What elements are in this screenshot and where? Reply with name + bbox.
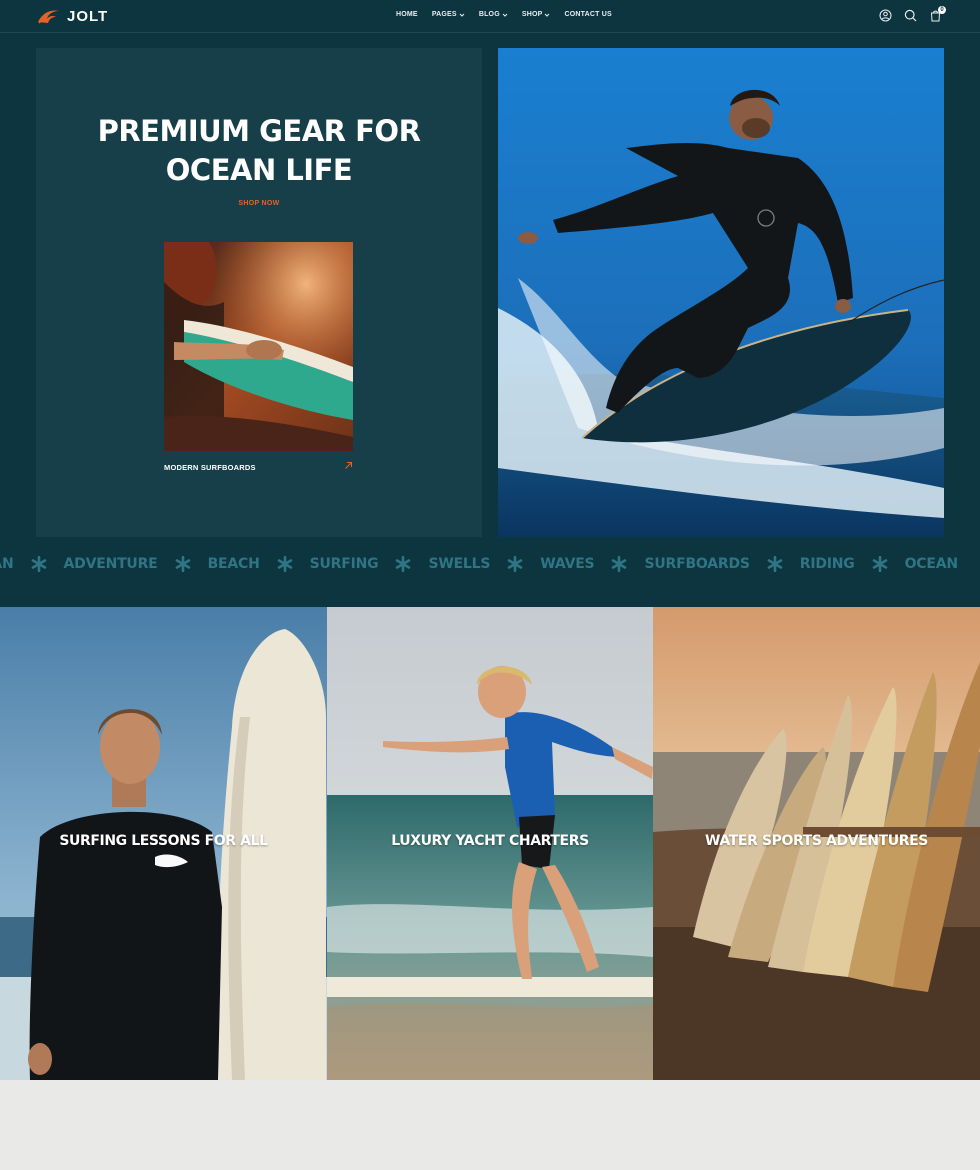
asterisk-icon (31, 556, 46, 572)
nav-blog-label: BLOG (478, 11, 500, 18)
asterisk-icon (277, 556, 292, 572)
surfboard-card-image[interactable] (164, 242, 353, 451)
search-icon[interactable] (904, 9, 917, 22)
marquee-word: RIDING (799, 556, 855, 572)
tile-surfing-lessons[interactable]: SURFING LESSONS FOR ALL (0, 607, 327, 1080)
site-header: JOLT HOME PAGES BLOG SHOP CONTACT US 0 (0, 0, 980, 33)
cart-button[interactable]: 0 (929, 6, 946, 22)
brand-name: JOLT (67, 7, 109, 25)
marquee-word: WAVES (540, 556, 595, 572)
asterisk-icon (612, 556, 627, 572)
nav-home[interactable]: HOME (396, 11, 418, 18)
hero-title-line-1: PREMIUM GEAR FOR (97, 114, 421, 148)
category-tiles: SURFING LESSONS FOR ALL LUXURY YACHT CHA… (0, 607, 980, 1080)
marquee-word: SURFBOARDS (644, 556, 750, 572)
wave-logo-icon (38, 10, 59, 24)
header-actions: 0 (879, 6, 946, 22)
nav-pages[interactable]: PAGES (432, 11, 465, 18)
marquee-word: SURFING (309, 556, 379, 572)
nav-contact[interactable]: CONTACT US (564, 11, 611, 18)
arrow-up-right-icon[interactable] (344, 461, 353, 470)
marquee-word: EAN (0, 556, 14, 572)
marquee-word: OCEAN (904, 556, 958, 572)
marquee-word: SWELLS (428, 556, 491, 572)
asterisk-icon (396, 556, 411, 572)
chevron-down-icon (502, 13, 508, 17)
asterisk-icon (507, 556, 523, 572)
hero-panel: PREMIUM GEAR FOR OCEAN LIFE SHOP NOW MOD… (36, 48, 482, 537)
nav-blog[interactable]: BLOG (479, 11, 508, 18)
hero-surfer-image (498, 48, 944, 537)
cart-count-badge: 0 (938, 6, 946, 14)
asterisk-icon (872, 556, 887, 572)
tile-water-sports[interactable]: WATER SPORTS ADVENTURES (653, 607, 980, 1080)
hero-title: PREMIUM GEAR FOR OCEAN LIFE (36, 112, 482, 190)
nav-shop[interactable]: SHOP (522, 11, 551, 18)
marquee-word: ADVENTURE (63, 556, 158, 572)
shop-now-link[interactable]: SHOP NOW (36, 200, 482, 207)
chevron-down-icon (459, 13, 465, 17)
tile-yacht-charters[interactable]: LUXURY YACHT CHARTERS (327, 607, 653, 1080)
surfer-photo (498, 48, 944, 537)
nav-pages-label: PAGES (431, 11, 457, 18)
asterisk-icon (175, 556, 190, 572)
marquee-track: EAN ADVENTURE BEACH SURFING SWELLS WAVES… (0, 556, 958, 572)
marquee-word: BEACH (207, 556, 260, 572)
nav-contact-label: CONTACT US (564, 11, 612, 18)
tile-label: SURFING LESSONS FOR ALL (59, 833, 268, 849)
tile-label: WATER SPORTS ADVENTURES (705, 833, 928, 849)
nav-shop-label: SHOP (521, 11, 543, 18)
waxing-surfboard-photo (164, 242, 353, 451)
account-icon[interactable] (879, 9, 892, 22)
nav-home-label: HOME (396, 11, 418, 18)
asterisk-icon (767, 556, 783, 572)
card-label: MODERN SURFBOARDS (164, 463, 256, 472)
logo[interactable]: JOLT (37, 7, 108, 25)
tile-label: LUXURY YACHT CHARTERS (391, 833, 589, 849)
main-nav: HOME PAGES BLOG SHOP CONTACT US (396, 11, 612, 18)
hero-title-line-2: OCEAN LIFE (165, 153, 353, 187)
chevron-down-icon (545, 13, 550, 17)
keyword-marquee: EAN ADVENTURE BEACH SURFING SWELLS WAVES… (0, 556, 980, 586)
